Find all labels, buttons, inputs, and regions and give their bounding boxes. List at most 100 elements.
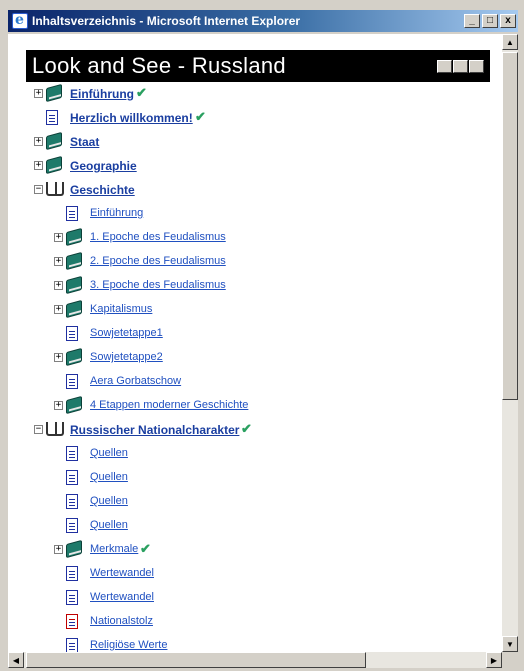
tree-node[interactable]: Religiöse Werte [8,634,502,652]
tree-node-link[interactable]: 2. Epoche des Feudalismus [90,255,226,267]
expand-icon[interactable]: + [54,401,63,410]
book-open-icon [46,182,64,196]
tree-node[interactable]: Quellen [8,514,502,538]
tree-node-link[interactable]: Staat [70,135,99,149]
page-icon [66,446,78,461]
tree-node[interactable]: Herzlich willkommen! ✔ [8,106,502,130]
tree-node[interactable]: Quellen [8,442,502,466]
tree-node-link[interactable]: Quellen [90,519,128,531]
page-icon [66,614,78,629]
frame-close-button[interactable] [469,59,484,73]
tree-node[interactable]: + Merkmale ✔ [8,538,502,562]
page-icon [66,494,78,509]
tree-node-link[interactable]: Geschichte [70,183,135,197]
expand-icon[interactable]: + [54,305,63,314]
expand-icon[interactable]: + [54,233,63,242]
tree-node-link[interactable]: Quellen [90,447,128,459]
tree-node[interactable]: Aera Gorbatschow [8,370,502,394]
tree-node-link[interactable]: Quellen [90,471,128,483]
expand-icon[interactable]: + [34,161,43,170]
tree-node-link[interactable]: Kapitalismus [90,303,152,315]
tree-node[interactable]: Sowjetetappe1 [8,322,502,346]
tree-node-link[interactable]: Religiöse Werte [90,639,167,651]
frame-header: Look and See - Russland [26,50,490,82]
window-title: Inhaltsverzeichnis - Microsoft Internet … [32,14,301,28]
tree-node[interactable]: + Sowjetetappe2 [8,346,502,370]
tree-node[interactable]: Wertewandel [8,586,502,610]
tree-node-link[interactable]: 1. Epoche des Feudalismus [90,231,226,243]
tree-node[interactable]: + Kapitalismus [8,298,502,322]
tree-node-link[interactable]: Sowjetetappe1 [90,327,163,339]
tree-node[interactable]: Einführung [8,202,502,226]
expand-icon[interactable]: + [34,137,43,146]
book-closed-icon [66,347,82,367]
book-closed-icon [66,275,82,295]
book-closed-icon [46,155,62,175]
page-icon [66,470,78,485]
frame-controls [436,59,484,73]
minimize-button[interactable]: _ [464,14,480,28]
tree-node-link[interactable]: Einführung [70,87,134,101]
tree-node-link[interactable]: 3. Epoche des Feudalismus [90,279,226,291]
tree-node[interactable]: + Geographie [8,154,502,178]
tree-node[interactable]: +4 Etappen moderner Geschichte [8,394,502,418]
page-icon [66,374,78,389]
vertical-scroll-thumb[interactable] [502,52,518,400]
scroll-down-button[interactable]: ▼ [502,636,518,652]
tree-node[interactable]: Quellen [8,490,502,514]
collapse-icon[interactable]: − [34,185,43,194]
tree-node-link[interactable]: Wertewandel [90,567,154,579]
collapse-icon[interactable]: − [34,425,43,434]
tree-node-link[interactable]: Einführung [90,207,143,219]
page-icon [46,110,58,125]
page-icon [66,518,78,533]
tree-node-link[interactable]: Merkmale [90,543,138,555]
maximize-button[interactable]: □ [482,14,498,28]
tree-node-link[interactable]: 4 Etappen moderner Geschichte [90,399,248,411]
tree-node[interactable]: Wertewandel [8,562,502,586]
frame-maximize-button[interactable] [453,59,468,73]
frame-minimize-button[interactable] [437,59,452,73]
scroll-up-button[interactable]: ▲ [502,34,518,50]
page-icon [66,206,78,221]
ie-window: Inhaltsverzeichnis - Microsoft Internet … [0,0,524,671]
tree-node-link[interactable]: Wertewandel [90,591,154,603]
tree-node-link[interactable]: Geographie [70,159,137,173]
tree-node-link[interactable]: Sowjetetappe2 [90,351,163,363]
checkmark-icon: ✔ [140,541,151,556]
expand-icon[interactable]: + [34,89,43,98]
horizontal-scrollbar[interactable]: ◀ ▶ [8,652,502,668]
page-title: Look and See - Russland [32,53,286,78]
tree-node[interactable]: Quellen [8,466,502,490]
tree-node[interactable]: Nationalstolz [8,610,502,634]
tree-node-link[interactable]: Quellen [90,495,128,507]
checkmark-icon: ✔ [195,109,206,124]
tree-node[interactable]: − Geschichte [8,178,502,202]
expand-icon[interactable]: + [54,257,63,266]
book-closed-icon [46,83,62,103]
tree-node[interactable]: +1. Epoche des Feudalismus [8,226,502,250]
expand-icon[interactable]: + [54,281,63,290]
expand-icon[interactable]: + [54,545,63,554]
page-icon [66,326,78,341]
book-closed-icon [66,395,82,415]
vertical-scrollbar[interactable]: ▲ ▼ [502,34,518,652]
page-icon [66,638,78,652]
tree-node[interactable]: + Einführung ✔ [8,82,502,106]
scroll-left-button[interactable]: ◀ [8,652,24,668]
tree-node[interactable]: − Russischer Nationalcharakter ✔ [8,418,502,442]
horizontal-scroll-thumb[interactable] [26,652,366,668]
tree-node[interactable]: + Staat [8,130,502,154]
expand-icon[interactable]: + [54,353,63,362]
tree-node-link[interactable]: Russischer Nationalcharakter [70,423,239,437]
close-button[interactable]: x [500,14,516,28]
scroll-right-button[interactable]: ▶ [486,652,502,668]
page-icon [66,566,78,581]
tree-node-link[interactable]: Nationalstolz [90,615,153,627]
tree-node-link[interactable]: Herzlich willkommen! [70,111,193,125]
tree-node-link[interactable]: Aera Gorbatschow [90,375,181,387]
tree-node[interactable]: +2. Epoche des Feudalismus [8,250,502,274]
tree-node[interactable]: +3. Epoche des Feudalismus [8,274,502,298]
checkmark-icon: ✔ [241,421,252,436]
content-area: Look and See - Russland + Einführung ✔ Herz… [8,34,502,652]
